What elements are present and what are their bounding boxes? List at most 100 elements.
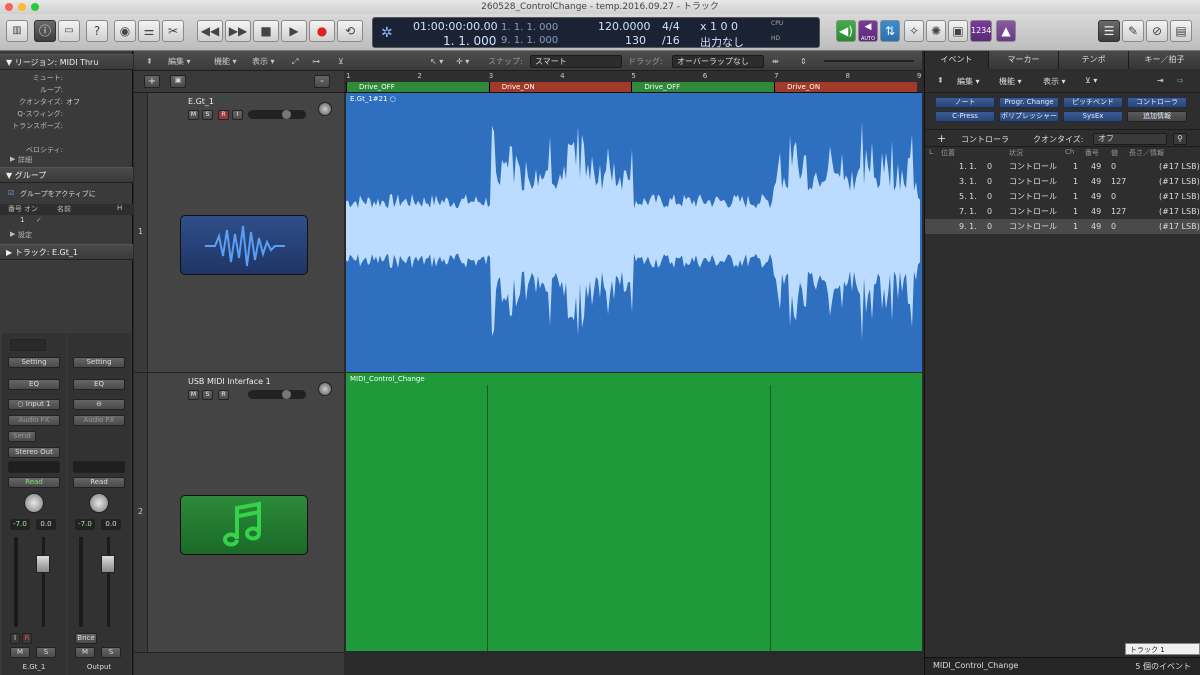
filter-button[interactable]: ピッチベンド bbox=[1063, 97, 1123, 108]
tuner-button[interactable]: ⇅ bbox=[880, 20, 900, 42]
region-header[interactable]: ▼ リージョン: MIDI Thru bbox=[0, 54, 133, 70]
metronome-toggle-button[interactable]: ▣ bbox=[948, 20, 968, 42]
inspector-param-row[interactable]: クオンタイズ: オフ bbox=[0, 97, 133, 108]
tab-tempo[interactable]: テンポ bbox=[1059, 51, 1129, 69]
drag-dropdown[interactable]: オーバーラップなし bbox=[672, 55, 764, 68]
input-monitor-button[interactable]: I bbox=[10, 633, 20, 644]
track-name[interactable]: USB MIDI Interface 1 bbox=[188, 377, 271, 386]
play-button[interactable]: ▶ bbox=[281, 20, 307, 42]
track-pan-knob[interactable] bbox=[318, 102, 332, 116]
marker[interactable]: Drive_ON bbox=[774, 82, 917, 92]
eq-button[interactable]: EQ bbox=[8, 379, 60, 390]
snap-dropdown[interactable]: スマート bbox=[530, 55, 622, 68]
filter-button[interactable]: SysEx bbox=[1063, 111, 1123, 122]
pan-knob[interactable] bbox=[24, 493, 44, 513]
back-icon[interactable]: ⇞ bbox=[937, 76, 944, 85]
marquee-tool-icon[interactable]: ✛ ▾ bbox=[456, 55, 469, 68]
filter-icon[interactable]: ⊻ bbox=[338, 55, 344, 68]
toolbar-button[interactable]: ▭ bbox=[58, 20, 80, 42]
inspector-button[interactable]: ⓘ bbox=[34, 20, 56, 42]
track-record-button[interactable]: R bbox=[218, 390, 229, 400]
marker[interactable]: Drive_OFF bbox=[631, 82, 775, 92]
forward-button[interactable]: ▶▶ bbox=[225, 20, 251, 42]
track-volume-slider[interactable] bbox=[248, 390, 306, 399]
rewind-button[interactable]: ◀◀ bbox=[197, 20, 223, 42]
filter-button[interactable]: 追加情報 bbox=[1127, 111, 1187, 122]
track-2-header[interactable]: 2 USB MIDI Interface 1 M S R bbox=[134, 373, 344, 653]
details-row[interactable]: ▶ 詳細 bbox=[0, 155, 133, 166]
notepad-button[interactable]: ✎ bbox=[1122, 20, 1144, 42]
counter-display-button[interactable]: 1234 bbox=[970, 20, 992, 42]
editors-button[interactable]: ✂ bbox=[162, 20, 184, 42]
auto-button[interactable]: ◀ AUTO bbox=[858, 20, 878, 42]
loops-button[interactable]: ⊘ bbox=[1146, 20, 1168, 42]
filter-button[interactable]: ポリプレッシャー bbox=[999, 111, 1059, 122]
zoom-slider[interactable] bbox=[824, 60, 914, 62]
inspector-param-row[interactable]: ミュート: bbox=[0, 73, 133, 84]
catch-icon[interactable]: ⤢ bbox=[292, 55, 298, 68]
group-on-check-icon[interactable]: ✓ bbox=[36, 216, 42, 224]
record-enable-button[interactable]: R bbox=[22, 633, 32, 644]
track-mute-button[interactable]: M bbox=[188, 390, 199, 400]
stop-button[interactable]: ■ bbox=[253, 20, 279, 42]
count-in-button[interactable]: ✺ bbox=[926, 20, 946, 42]
group-active-row[interactable]: ☑ グループをアクティブに bbox=[0, 189, 133, 200]
event-row[interactable]: 3. 1. 0 コントロール 1 49 127 (#17 LSB) bbox=[925, 174, 1200, 189]
event-view-menu[interactable]: 表示 ▾ bbox=[1043, 76, 1066, 87]
close-window-button[interactable] bbox=[5, 3, 13, 11]
track-name[interactable]: E.Gt_1 bbox=[188, 97, 214, 106]
track-mute-button[interactable]: M bbox=[188, 110, 199, 120]
marker[interactable]: Drive_ON bbox=[488, 82, 632, 92]
track-header[interactable]: ▶ トラック: E.Gt_1 bbox=[0, 244, 133, 260]
track-option-button[interactable]: ▣ bbox=[170, 75, 186, 88]
midi-region[interactable]: MIDI_Control_Change bbox=[346, 373, 922, 651]
cycle-button[interactable]: ⟲ bbox=[337, 20, 363, 42]
checkbox-checked-icon[interactable]: ☑ bbox=[8, 189, 14, 197]
inspector-param-row[interactable]: Q-スウィング: bbox=[0, 109, 133, 120]
in-icon[interactable]: ⇨ bbox=[1177, 76, 1184, 85]
metronome-button[interactable]: ▲ bbox=[996, 20, 1016, 42]
volume-fader[interactable] bbox=[36, 555, 50, 573]
view-menu[interactable]: 表示 ▾ bbox=[252, 55, 275, 68]
strip-mute-button[interactable]: M bbox=[75, 647, 95, 658]
inspector-param-row[interactable] bbox=[0, 133, 133, 144]
track-1-header[interactable]: 1 E.Gt_1 M S R I bbox=[134, 93, 344, 373]
track-solo-button[interactable]: S bbox=[202, 390, 213, 400]
event-row[interactable]: 1. 1. 0 コントロール 1 49 0 (#17 LSB) bbox=[925, 159, 1200, 174]
record-button[interactable]: ● bbox=[309, 20, 335, 42]
inspector-param-row[interactable]: トランスポーズ: bbox=[0, 121, 133, 132]
library-button[interactable]: ▥ bbox=[6, 20, 28, 42]
event-edit-menu[interactable]: 編集 ▾ bbox=[957, 76, 980, 87]
function-menu[interactable]: 機能 ▾ bbox=[214, 55, 237, 68]
audio-fx-slot[interactable]: Audio FX bbox=[8, 415, 60, 426]
bounce-button[interactable]: Bnce bbox=[75, 633, 97, 644]
group-header[interactable]: ▼ グループ bbox=[0, 167, 133, 183]
group-row[interactable]: 1 ✓ bbox=[0, 216, 133, 227]
track-volume-slider[interactable] bbox=[248, 110, 306, 119]
filter-button[interactable]: C-Press bbox=[935, 111, 995, 122]
global-tracks-button[interactable]: ⌄ bbox=[314, 75, 330, 88]
bar-ruler[interactable]: 1 2 3 4 5 6 7 8 9 Drive_OFF Drive_ON Drive_OFF Drive… bbox=[344, 71, 922, 93]
add-track-button[interactable]: + bbox=[144, 75, 160, 88]
output-slot[interactable]: Stereo Out bbox=[8, 447, 60, 458]
send-slot[interactable]: Send bbox=[8, 431, 36, 442]
back-icon[interactable]: ⇞ bbox=[146, 55, 153, 68]
create-type[interactable]: コントローラ bbox=[961, 134, 1009, 145]
list-editors-button[interactable]: ☰ bbox=[1098, 20, 1120, 42]
filter-button[interactable]: Progr. Change bbox=[999, 97, 1059, 108]
event-row[interactable]: 9. 1. 0 コントロール 1 49 0 (#17 LSB) bbox=[925, 219, 1200, 234]
filter-icon[interactable]: ⊻ ▾ bbox=[1085, 76, 1097, 85]
track-solo-button[interactable]: S bbox=[202, 110, 213, 120]
waveform-zoom-icon[interactable]: ⇹ bbox=[772, 55, 779, 68]
lcd-display[interactable]: ✲ 01:00:00:00.00 1. 1. 1. 000 1. 1. 000 … bbox=[372, 17, 820, 49]
pan-knob[interactable] bbox=[89, 493, 109, 513]
eq-button[interactable]: EQ bbox=[73, 379, 125, 390]
smart-controls-button[interactable]: ◉ bbox=[114, 20, 136, 42]
quick-help-button[interactable]: ? bbox=[86, 20, 108, 42]
minimize-window-button[interactable] bbox=[18, 3, 26, 11]
tab-markers[interactable]: マーカー bbox=[989, 51, 1059, 69]
group-slot[interactable] bbox=[73, 461, 125, 473]
plus-icon[interactable]: + bbox=[937, 132, 946, 145]
automation-mode[interactable]: Read bbox=[73, 477, 125, 488]
search-icon[interactable]: ⚲ bbox=[1173, 133, 1187, 145]
